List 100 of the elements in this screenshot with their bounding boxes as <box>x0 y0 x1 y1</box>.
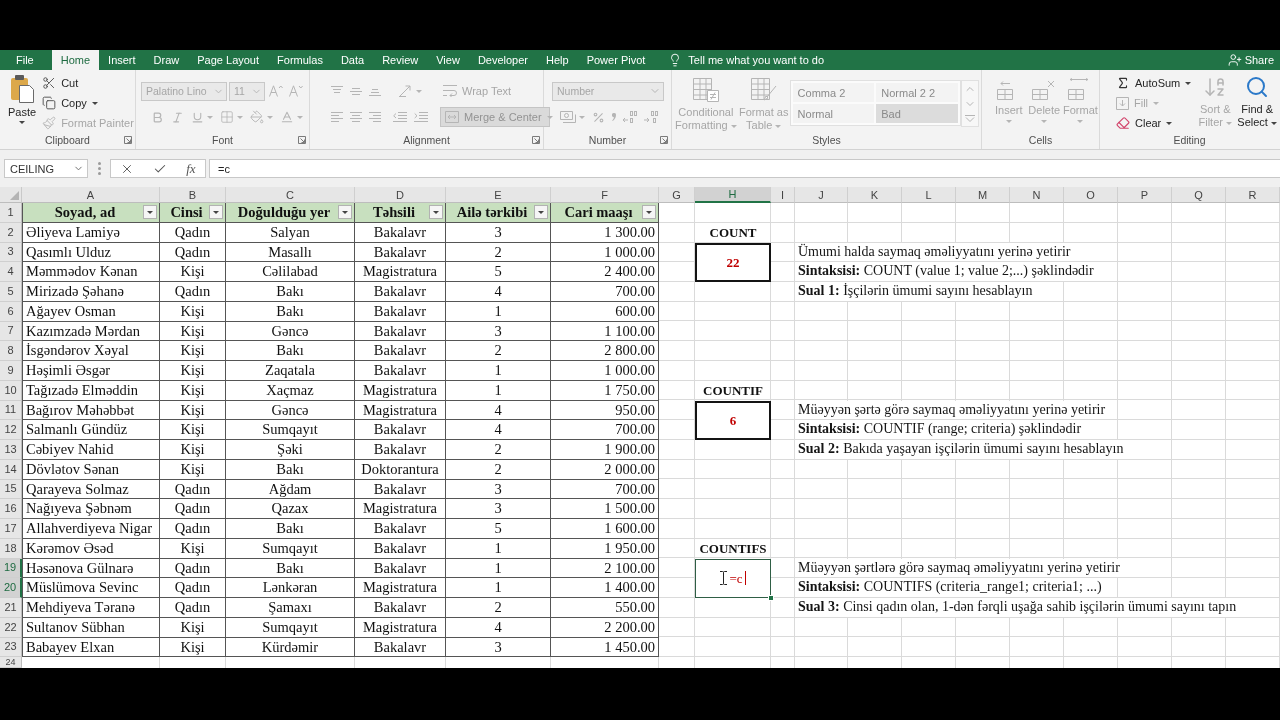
ribbon-tab[interactable]: View <box>427 50 469 70</box>
filter-button[interactable] <box>143 205 157 220</box>
filter-button[interactable] <box>429 205 443 220</box>
column-header[interactable]: Q <box>1172 187 1226 203</box>
row-header[interactable]: 24 <box>0 657 22 669</box>
column-header[interactable]: O <box>1064 187 1118 203</box>
row-header[interactable]: 17 <box>0 519 22 539</box>
table-cell: Bakı <box>226 282 355 302</box>
table-cell: Magistratura <box>355 499 446 519</box>
row-header[interactable]: 16 <box>0 499 22 519</box>
row-header[interactable]: 5 <box>0 282 22 302</box>
tell-me-search-field[interactable]: Tell me what you want to do <box>688 54 839 66</box>
table-cell: Qarayeva Solmaz <box>22 479 160 500</box>
eraser-icon <box>1116 116 1130 130</box>
row-header[interactable]: 14 <box>0 459 22 480</box>
ribbon-tab[interactable]: Page Layout <box>188 50 269 70</box>
dialog-launcher-icon[interactable] <box>124 135 132 144</box>
table-cell: Salyan <box>226 222 355 243</box>
name-box[interactable]: CEILING <box>4 159 88 178</box>
column-header[interactable]: N <box>1010 187 1064 203</box>
table-cell: Kişi <box>160 459 226 480</box>
dialog-launcher-icon[interactable] <box>660 135 668 144</box>
table-cell: 950.00 <box>551 400 659 421</box>
result-value: 22 <box>726 255 740 269</box>
column-header[interactable]: E <box>446 187 551 203</box>
clear-button[interactable]: Clear <box>1114 113 1194 133</box>
filter-button[interactable] <box>338 205 352 220</box>
column-header[interactable]: F <box>551 187 659 203</box>
caret-icon <box>342 210 348 214</box>
row-header[interactable]: 10 <box>0 380 22 401</box>
formula-input[interactable]: =c <box>209 159 1280 178</box>
row-header[interactable]: 19 <box>0 558 22 579</box>
filter-button[interactable] <box>209 205 223 220</box>
row-header[interactable]: 4 <box>0 262 22 282</box>
row-header[interactable]: 13 <box>0 440 22 460</box>
result-value: =c <box>729 571 743 585</box>
row-header[interactable]: 18 <box>0 538 22 559</box>
ribbon-tab[interactable]: Formulas <box>268 50 332 70</box>
row-header[interactable]: 21 <box>0 598 22 618</box>
ribbon-tab[interactable]: Power Pivot <box>577 50 655 70</box>
row-header[interactable]: 2 <box>0 222 22 243</box>
ribbon-tab[interactable]: Developer <box>468 50 537 70</box>
select-all-button[interactable] <box>0 187 22 203</box>
result-box[interactable]: =c <box>695 558 771 598</box>
ribbon-tab[interactable]: Home <box>51 50 100 70</box>
column-header[interactable]: D <box>355 187 446 203</box>
row-header[interactable]: 11 <box>0 400 22 421</box>
insert-function-button[interactable]: fx <box>183 162 199 175</box>
ribbon-tab[interactable]: Review <box>373 50 428 70</box>
caret-icon <box>1270 121 1277 125</box>
column-header[interactable]: I <box>771 187 795 203</box>
table-cell: Mehdiyeva Təranə <box>22 598 160 618</box>
paste-button[interactable]: Paste <box>8 73 37 124</box>
align-left-icon <box>331 112 343 122</box>
column-header[interactable]: K <box>848 187 902 203</box>
ribbon-tab[interactable]: File <box>7 50 43 70</box>
column-header[interactable]: M <box>956 187 1010 203</box>
share-button[interactable]: Share <box>1225 50 1276 70</box>
table-cell: 1 900.00 <box>551 440 659 460</box>
result-box[interactable]: 22 <box>695 242 771 282</box>
filter-button[interactable] <box>642 205 656 220</box>
column-header[interactable]: G <box>659 187 695 203</box>
autosum-button[interactable]: AutoSum <box>1114 73 1194 93</box>
ribbon-tab[interactable]: Data <box>331 50 374 70</box>
dialog-launcher-icon[interactable] <box>298 135 306 144</box>
table-cell: 1 <box>446 538 551 559</box>
table-cell: Bakı <box>226 519 355 539</box>
row-header[interactable]: 22 <box>0 617 22 638</box>
column-header[interactable]: L <box>902 187 956 203</box>
row-header[interactable]: 8 <box>0 341 22 361</box>
row-header[interactable]: 6 <box>0 301 22 322</box>
column-header[interactable]: P <box>1118 187 1172 203</box>
copy-button[interactable]: Copy <box>40 93 136 113</box>
table-cell: 3 <box>446 479 551 500</box>
ribbon-tab[interactable]: Help <box>537 50 578 70</box>
row-header[interactable]: 3 <box>0 242 22 263</box>
column-header[interactable]: H <box>695 187 771 203</box>
column-header[interactable]: R <box>1226 187 1280 203</box>
table-cell: 1 950.00 <box>551 538 659 559</box>
cut-button[interactable]: Cut <box>40 73 136 93</box>
row-header[interactable]: 7 <box>0 321 22 342</box>
table-cell: Bakalavr <box>355 538 446 559</box>
row-header[interactable]: 20 <box>0 578 22 598</box>
ribbon-tab[interactable]: Draw <box>144 50 189 70</box>
dialog-launcher-icon[interactable] <box>532 135 540 144</box>
column-header[interactable]: A <box>22 187 160 203</box>
row-header[interactable]: 1 <box>0 203 22 223</box>
row-header[interactable]: 9 <box>0 361 22 381</box>
align-bottom-icon <box>369 86 381 96</box>
row-header[interactable]: 15 <box>0 479 22 500</box>
filter-button[interactable] <box>534 205 548 220</box>
result-box[interactable]: 6 <box>695 400 771 440</box>
row-header[interactable]: 23 <box>0 637 22 658</box>
ribbon-tab[interactable]: Insert <box>99 50 145 70</box>
row-header[interactable]: 12 <box>0 420 22 440</box>
column-header[interactable]: C <box>226 187 355 203</box>
find-select-button[interactable]: Find & Select <box>1237 73 1277 129</box>
table-cell: 1 000.00 <box>551 361 659 381</box>
column-header[interactable]: J <box>795 187 848 203</box>
column-header[interactable]: B <box>160 187 226 203</box>
